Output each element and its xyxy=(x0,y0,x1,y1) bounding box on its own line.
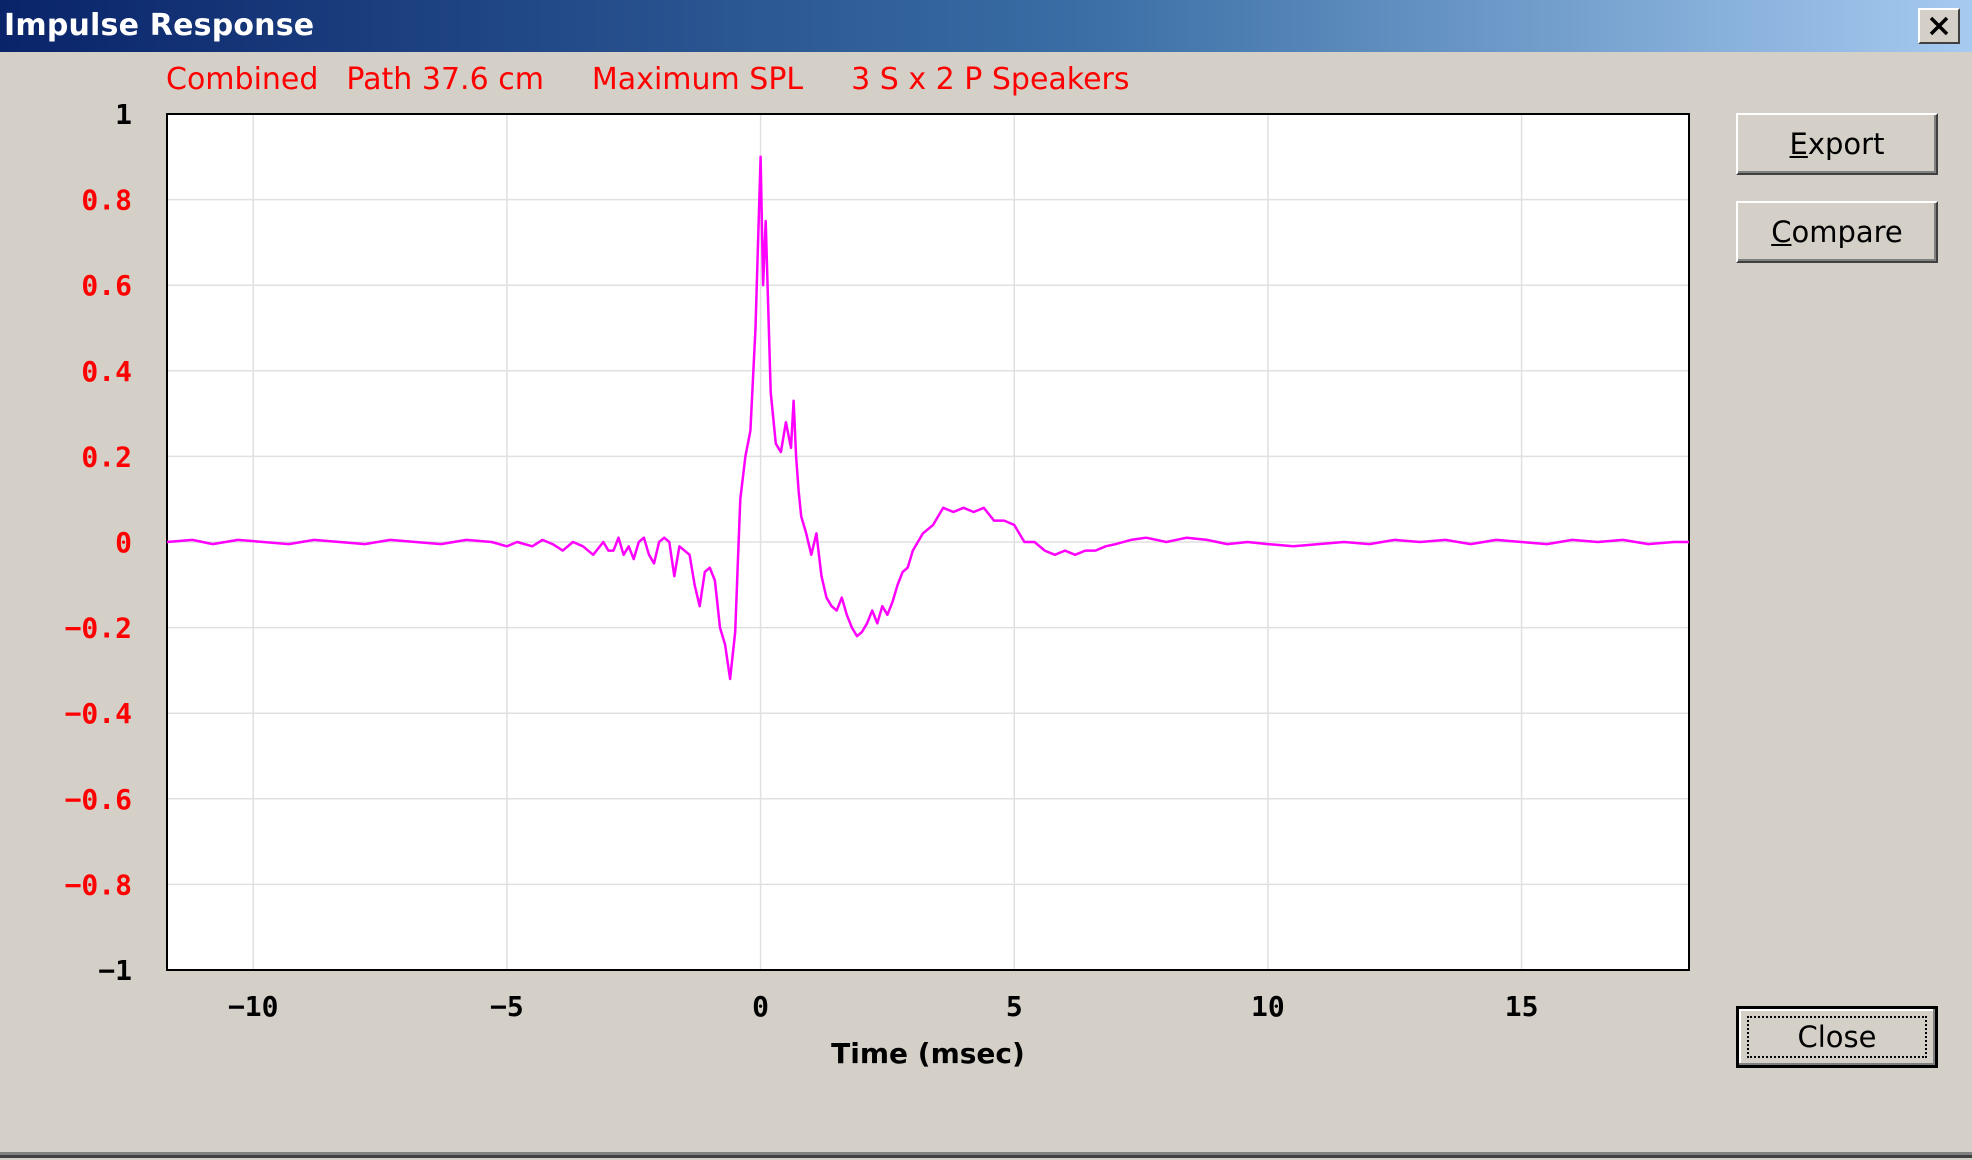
x-tick-label: −10 xyxy=(228,990,279,1023)
close-button[interactable]: Close xyxy=(1736,1006,1938,1068)
x-tick-label: 0 xyxy=(752,990,769,1023)
window-close-button[interactable] xyxy=(1918,8,1960,44)
y-tick-label: 0.8 xyxy=(81,184,132,217)
close-x-icon xyxy=(1929,16,1949,36)
export-label: xport xyxy=(1807,127,1885,161)
y-tick-label: 0.2 xyxy=(81,440,132,473)
y-tick-label: −0.4 xyxy=(65,697,132,730)
x-tick-label: 5 xyxy=(1006,990,1023,1023)
x-tick-label: 10 xyxy=(1251,990,1285,1023)
x-tick-label: −5 xyxy=(490,990,524,1023)
y-tick-label: −0.6 xyxy=(65,783,132,816)
export-accel: E xyxy=(1789,127,1808,161)
x-axis-label: Time (msec) xyxy=(831,1037,1025,1070)
y-tick-label: 0.6 xyxy=(81,269,132,302)
compare-button[interactable]: Compare xyxy=(1736,201,1938,263)
y-tick-label: 0.4 xyxy=(81,355,132,388)
compare-accel: C xyxy=(1771,215,1792,249)
focus-rect xyxy=(1747,1016,1927,1058)
y-tick-label: −0.2 xyxy=(65,612,132,645)
x-tick-label: 15 xyxy=(1505,990,1539,1023)
y-tick-label: −1 xyxy=(98,954,132,987)
y-tick-label: −0.8 xyxy=(65,868,132,901)
compare-label: ompare xyxy=(1791,215,1903,249)
y-tick-label: 0 xyxy=(115,526,132,559)
export-button[interactable]: Export xyxy=(1736,113,1938,175)
impulse-response-chart: 1 0.8 0.6 0.4 0.2 0 −0.2 −0.4 −0.6 −0.8 −1 −10 −5 0 5 1… xyxy=(65,98,1690,1070)
bottom-border-dark xyxy=(0,1155,1972,1158)
y-tick-label: 1 xyxy=(115,98,132,131)
